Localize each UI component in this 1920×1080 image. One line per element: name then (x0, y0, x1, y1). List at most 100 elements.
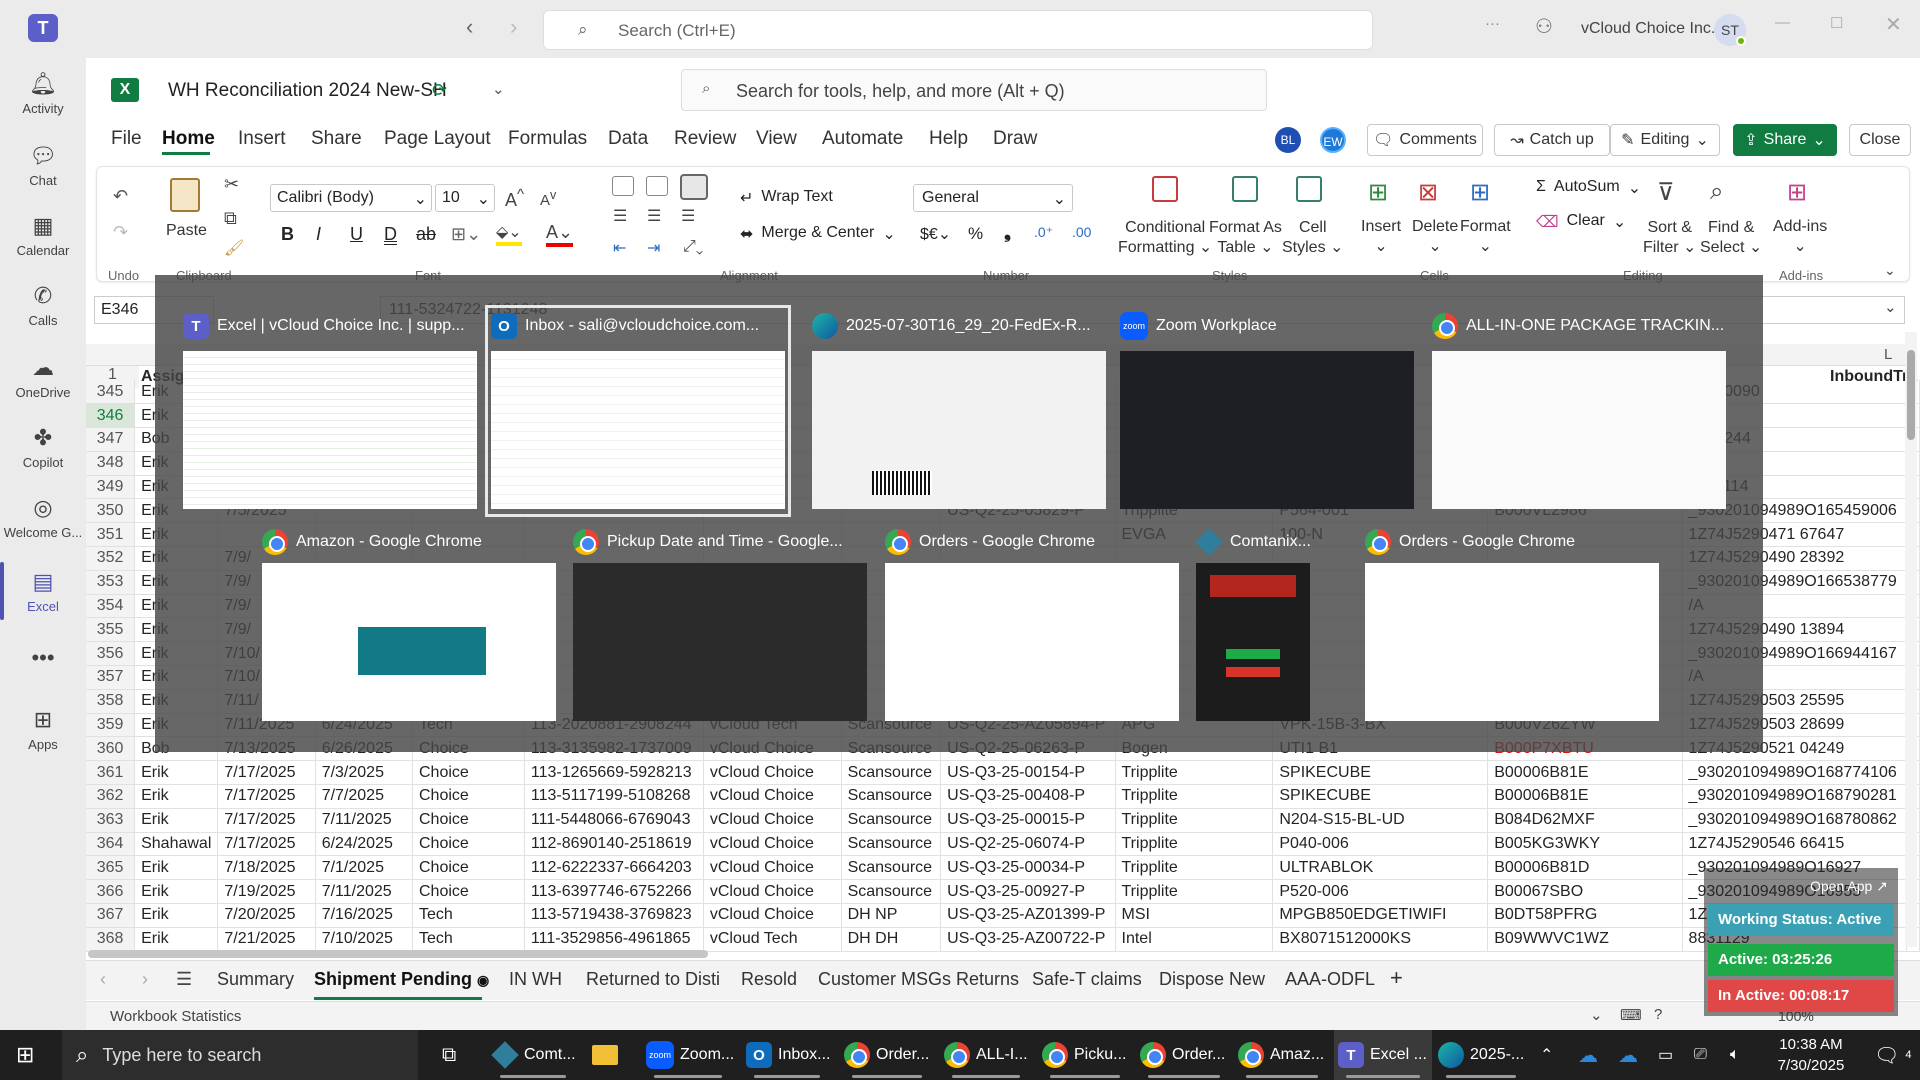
switcher-window-orders-2[interactable]: Orders - Google Chrome (1365, 527, 1659, 727)
cut-icon[interactable]: ✂ (224, 174, 239, 195)
scroll-thumb[interactable] (1907, 350, 1915, 440)
cell[interactable]: Tech (412, 903, 525, 928)
cell[interactable]: 113-1265669-5928213 (524, 760, 704, 786)
cell[interactable]: 7/17/2025 (217, 760, 316, 786)
rail-copilot[interactable]: ✤ Copilot (0, 424, 86, 470)
cell[interactable]: Intel (1115, 927, 1274, 952)
cell[interactable]: vCloud Tech (703, 927, 842, 952)
presence-avatar-bl[interactable]: BL (1275, 127, 1301, 153)
currency-icon[interactable]: $€⌄ (920, 224, 951, 244)
switcher-window-package-tracking[interactable]: ALL-IN-ONE PACKAGE TRACKIN... (1432, 311, 1726, 511)
orientation-icon[interactable]: ⤢⌄ (683, 238, 703, 256)
rail-onedrive[interactable]: ☁︎ OneDrive (0, 354, 86, 400)
next-sheet-icon[interactable]: › (142, 969, 148, 990)
maximize-icon[interactable]: ☐ (1830, 14, 1843, 32)
format-cells-button[interactable]: Format ⌄ (1460, 218, 1511, 256)
cell[interactable]: Choice (412, 784, 525, 809)
cell[interactable]: 7/11/2025 (315, 879, 413, 905)
cell[interactable]: Tripplite (1115, 879, 1274, 905)
cell[interactable]: Choice (412, 879, 525, 905)
sheet-tab-summary[interactable]: Summary (217, 969, 294, 990)
number-format-select[interactable]: General ⌄ (913, 184, 1073, 212)
decrease-decimal-icon[interactable]: .00 (1072, 224, 1091, 240)
insert-cells-icon[interactable]: ⊞ (1368, 178, 1388, 207)
taskbar-comtanix[interactable]: Comt... (488, 1030, 578, 1080)
cell[interactable]: 7/17/2025 (217, 808, 316, 833)
sort-filter-icon[interactable]: ⊽ (1657, 178, 1675, 207)
cell[interactable]: 111-5448066-6769043 (524, 808, 704, 833)
cell[interactable]: 7/11/2025 (315, 808, 413, 833)
rail-more[interactable]: ••• (0, 644, 86, 675)
table-row[interactable]: 366 Erik 7/19/2025 7/11/2025 Choice 113-63977… (86, 879, 1920, 905)
sort-filter-button[interactable]: Sort & Filter ⌄ (1643, 218, 1696, 258)
cell[interactable]: Erik (134, 784, 219, 809)
row-header[interactable]: 345 (86, 380, 136, 405)
switcher-window-outlook[interactable]: O Inbox - sali@vcloudchoice.com... (485, 305, 791, 517)
sheet-tab-resold[interactable]: Resold (741, 969, 797, 990)
rail-activity[interactable]: 🔔︎ Activity (0, 70, 86, 116)
workbook-statistics[interactable]: Workbook Statistics (110, 1008, 241, 1025)
align-center-icon[interactable]: ☰ (647, 206, 661, 226)
tab-help[interactable]: Help (929, 128, 968, 150)
sheet-tab-dispose[interactable]: Dispose New (1159, 969, 1265, 990)
delete-cells-button[interactable]: Delete ⌄ (1412, 218, 1458, 256)
redo-icon[interactable]: ↷ (113, 222, 128, 243)
cell[interactable]: Scansource (841, 832, 942, 857)
cell[interactable]: _930201094989O168780862 (1682, 808, 1908, 833)
formula-expand-icon[interactable]: ⌄ (1884, 298, 1897, 316)
title-chevron-down-icon[interactable]: ⌄ (492, 80, 505, 98)
share-button[interactable]: ⇪ Share ⌄ (1733, 124, 1837, 156)
network-icon[interactable]: ⎚ (1690, 1030, 1711, 1080)
align-left-icon[interactable]: ☰ (613, 206, 627, 226)
horizontal-scrollbar[interactable] (88, 950, 708, 958)
rail-apps[interactable]: ⊞ Apps (0, 706, 86, 752)
cell[interactable]: _930201094989O168774106 (1682, 760, 1908, 786)
cell[interactable]: DH DH (841, 927, 942, 952)
cell[interactable]: BX8071512000KS (1272, 927, 1489, 952)
cell[interactable]: MSI (1115, 903, 1274, 928)
insert-cells-button[interactable]: Insert ⌄ (1361, 218, 1401, 256)
cell[interactable]: MPGB850EDGETIWIFI (1272, 903, 1489, 928)
sheet-tab-shipment-pending[interactable]: Shipment Pending ◉ (314, 969, 489, 990)
cell[interactable]: 7/21/2025 (217, 927, 316, 952)
row-header[interactable]: 349 (86, 475, 136, 500)
table-row[interactable]: 363 Erik 7/17/2025 7/11/2025 Choice 111-54480… (86, 808, 1920, 833)
table-row[interactable]: 367 Erik 7/20/2025 7/16/2025 Tech 113-5719438… (86, 903, 1920, 928)
cell[interactable]: Choice (412, 808, 525, 833)
taskbar-teams-excel[interactable]: T Excel ... (1334, 1030, 1432, 1080)
underline-icon[interactable]: U (350, 224, 363, 245)
format-as-table-icon[interactable] (1232, 176, 1258, 202)
decrease-indent-icon[interactable]: ⇤ (613, 238, 626, 258)
back-arrow-icon[interactable]: ‹ (466, 14, 473, 40)
cell[interactable]: vCloud Choice (703, 903, 842, 928)
cell[interactable]: 1Z74J5290546 66415 (1682, 832, 1908, 857)
more-options-icon[interactable]: ··· (1485, 15, 1500, 32)
prev-sheet-icon[interactable]: ‹ (100, 969, 106, 990)
addins-button[interactable]: Add-ins ⌄ (1773, 218, 1827, 256)
taskbar-search[interactable]: ⌕ Type here to search (62, 1030, 418, 1080)
comma-icon[interactable]: ❟ (1004, 222, 1011, 243)
close-button[interactable]: Close (1849, 124, 1911, 156)
cell[interactable]: Erik (134, 927, 219, 952)
taskbar-chrome-orders-1[interactable]: Order... (840, 1030, 934, 1080)
battery-icon[interactable]: ▭ (1654, 1030, 1677, 1080)
cell[interactable]: Erik (134, 903, 219, 928)
cell[interactable]: 7/10/2025 (315, 927, 413, 952)
align-middle-icon[interactable] (646, 176, 668, 196)
sheet-tab-aaa-odfl[interactable]: AAA-ODFL (1285, 969, 1375, 990)
all-sheets-icon[interactable]: ☰ (176, 969, 192, 990)
volume-icon[interactable]: 🔈︎ (1726, 1030, 1744, 1080)
format-as-table-button[interactable]: Format As Table ⌄ (1209, 218, 1282, 258)
cell[interactable]: Erik (134, 879, 219, 905)
row-header[interactable]: 355 (86, 617, 136, 643)
taskbar-chrome-orders-2[interactable]: Order... (1136, 1030, 1232, 1080)
cell[interactable]: Erik (134, 760, 219, 786)
rail-chat[interactable]: 💬︎ Chat (0, 142, 86, 188)
cell[interactable]: 112-6222337-6664203 (524, 855, 704, 881)
paste-label[interactable]: Paste (166, 222, 207, 240)
clock[interactable]: 10:38 AM 7/30/2025 (1770, 1034, 1852, 1076)
cell[interactable]: B00067SBO (1487, 879, 1683, 905)
switcher-window-fedex[interactable]: 2025-07-30T16_29_20-FedEx-R... (812, 311, 1106, 511)
percent-icon[interactable]: % (968, 224, 983, 244)
grow-font-icon[interactable]: A^ (505, 186, 524, 211)
